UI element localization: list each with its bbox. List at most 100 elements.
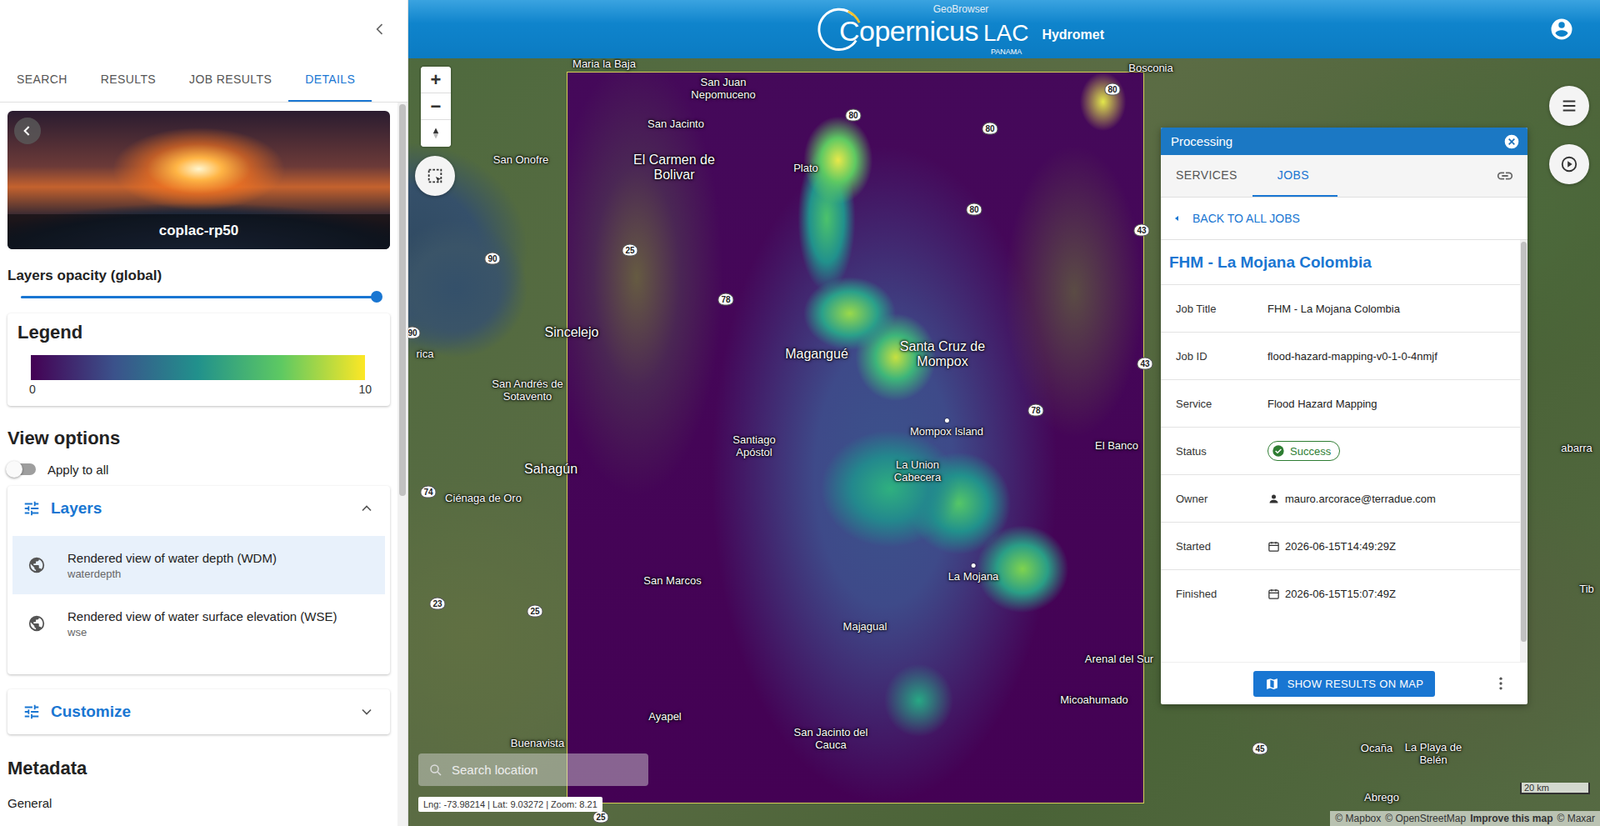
status-chip: Success	[1267, 440, 1340, 461]
place-name: San Andrés de Sotavento	[485, 378, 570, 404]
layers-accordion-header[interactable]: Layers	[7, 485, 390, 531]
field-label: Status	[1175, 445, 1268, 458]
details-panel: coplac-rp50Layers opacity (global)Legend…	[0, 102, 398, 826]
search-placeholder: Search location	[451, 762, 538, 777]
legend-ticks: 0 10	[29, 382, 372, 396]
draw-bbox-button[interactable]	[415, 155, 455, 196]
legend-min: 0	[29, 382, 36, 396]
field-value-text: mauro.arcorace@terradue.com	[1285, 492, 1436, 505]
place-name: Ciénaga de Oro	[445, 492, 522, 505]
more-vert-icon[interactable]	[1492, 675, 1510, 692]
field-label: Service	[1175, 397, 1268, 410]
sidebar-tab[interactable]: RESULTS	[84, 58, 173, 102]
place-name: Arenal del Sur	[1085, 653, 1154, 666]
layers-menu-button[interactable]	[1549, 85, 1590, 126]
globe-icon	[27, 614, 46, 633]
legend-max: 10	[358, 382, 372, 396]
place-name: Abrego	[1364, 791, 1400, 805]
scroll-thumb[interactable]	[1520, 241, 1527, 642]
field-value-text: FHM - La Mojana Colombia	[1267, 302, 1400, 315]
field-value: 2026-06-15T15:07:49Z	[1267, 587, 1512, 600]
road-shield: 25	[621, 244, 638, 257]
compass-button[interactable]	[420, 120, 451, 147]
place-label: San Jacinto	[647, 118, 705, 131]
sidebar-tab[interactable]: SEARCH	[0, 58, 85, 102]
search-icon	[428, 762, 444, 778]
place-label: San Onofre	[493, 154, 550, 167]
zoom-out-button[interactable]: −	[420, 93, 451, 120]
road-shield: 25	[592, 810, 609, 824]
link-icon[interactable]	[1495, 166, 1515, 185]
main-area: GeoBrowserCopernicusLACPANAMAHydromet 80 8…	[408, 0, 1600, 826]
attribution-item[interactable]: © OpenStreetMap	[1385, 812, 1466, 825]
attribution-item[interactable]: Improve this map	[1470, 812, 1553, 825]
road-shield: 80	[965, 203, 982, 216]
show-results-button[interactable]: SHOW RESULTS ON MAP	[1253, 670, 1436, 697]
layers-title: Layers	[50, 499, 349, 518]
person-icon	[1267, 492, 1280, 505]
scroll-thumb[interactable]	[399, 104, 406, 496]
place-name: Sahagún	[524, 461, 578, 477]
apply-to-all-switch[interactable]	[7, 460, 36, 478]
place-name: La Union Cabecera	[884, 459, 951, 485]
place-label: San Juan Nepomuceno	[681, 76, 765, 102]
opacity-slider[interactable]	[7, 284, 390, 309]
processing-tab[interactable]: SERVICES	[1160, 155, 1253, 197]
sidebar-top-bar	[0, 0, 408, 59]
globe-icon	[27, 555, 46, 575]
field-value: FHM - La Mojana Colombia	[1267, 302, 1512, 315]
user-button[interactable]	[1545, 12, 1579, 46]
processing-header[interactable]: Processing	[1160, 127, 1528, 155]
attribution-item[interactable]: © Mapbox	[1335, 812, 1381, 825]
place-name: Majagual	[843, 620, 888, 634]
field-label: Finished	[1175, 587, 1268, 600]
collapse-sidebar-button[interactable]	[367, 16, 393, 42]
slider-thumb[interactable]	[370, 290, 383, 303]
metadata-section[interactable]: General	[7, 795, 390, 810]
apply-to-all-row: Apply to all	[7, 460, 390, 478]
layer-item[interactable]: Rendered view of water surface elevation…	[12, 594, 385, 653]
road-shield: 74	[420, 485, 436, 499]
field-label: Started	[1175, 540, 1268, 553]
layer-item[interactable]: Rendered view of water depth (WDM)waterd…	[12, 535, 385, 595]
logo-top-text: GeoBrowser	[933, 3, 990, 15]
place-name: Ayapel	[648, 710, 682, 724]
sidebar-tab[interactable]: DETAILS	[288, 58, 372, 102]
back-button[interactable]	[14, 117, 41, 145]
tabs-spacer	[1337, 155, 1496, 197]
place-name: Micoahumado	[1060, 694, 1129, 707]
zoom-in-button[interactable]: +	[420, 66, 451, 94]
road-shield: 80	[1104, 83, 1120, 96]
customize-accordion-header[interactable]: Customize	[7, 689, 390, 735]
place-label: Micoahumado	[1060, 694, 1129, 707]
play-button[interactable]	[1549, 144, 1590, 185]
job-field-row: Started2026-06-15T14:49:29Z	[1160, 521, 1520, 570]
close-button[interactable]	[1502, 132, 1521, 151]
app: SEARCHRESULTSJOB RESULTSDETAILScoplac-rp…	[0, 0, 1600, 826]
field-value: mauro.arcorace@terradue.com	[1267, 492, 1512, 505]
location-search[interactable]: Search location	[418, 753, 649, 786]
place-label: San Jacinto del Cauca	[793, 726, 869, 752]
sidebar-scrollbar[interactable]	[397, 102, 408, 826]
panel-scrollbar[interactable]	[1520, 240, 1528, 662]
place-label: Plato	[793, 162, 819, 175]
sidebar-tab[interactable]: JOB RESULTS	[172, 58, 289, 102]
map[interactable]: 80808080259078904343787423254525Maria la…	[408, 58, 1600, 826]
attribution-item[interactable]: © Maxar	[1556, 812, 1595, 825]
place-label: Maria la Baja	[572, 58, 636, 70]
layers-accordion: Layers Rendered view of water depth (WDM)…	[7, 485, 390, 675]
chevron-left-icon	[371, 20, 389, 38]
processing-tab[interactable]: JOBS	[1252, 155, 1338, 197]
place-name: Ocaña	[1360, 742, 1393, 755]
field-label: Job Title	[1175, 302, 1268, 315]
scale-bar: 20 km	[1520, 782, 1590, 795]
brand: GeoBrowserCopernicusLACPANAMAHydromet	[408, 3, 1545, 56]
place-label: La Mojana	[948, 563, 1000, 584]
place-label: Magangué	[785, 346, 849, 362]
back-to-all-jobs[interactable]: BACK TO ALL JOBS	[1160, 197, 1528, 240]
zoom-controls: +−	[420, 66, 451, 147]
logo-word: Copernicus	[839, 15, 979, 48]
place-name: San Jacinto del Cauca	[793, 726, 869, 752]
place-label: El Carmen de Bolivar	[624, 152, 725, 184]
legend-title: Legend	[17, 321, 380, 344]
